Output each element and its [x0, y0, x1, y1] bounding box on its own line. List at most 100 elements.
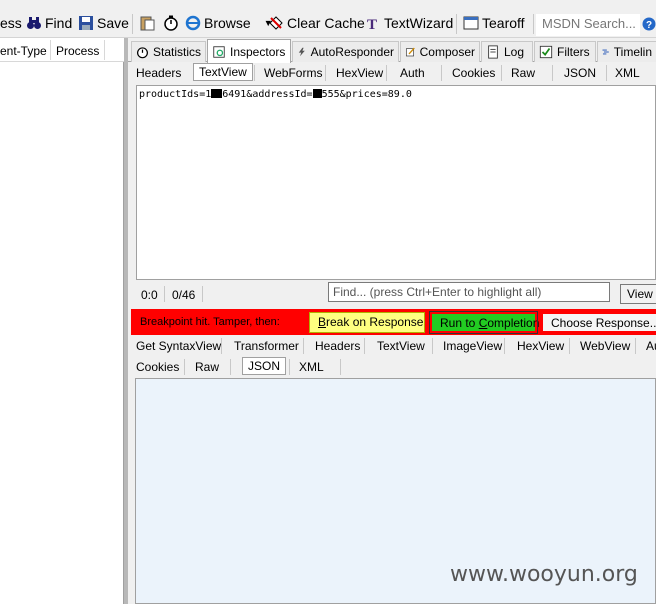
tab-composer[interactable]: Composer [400, 41, 480, 62]
ie-browser-icon [185, 15, 201, 31]
toolbar-process-button[interactable]: ess [0, 12, 22, 34]
request-textview[interactable]: productIds=1 6491&addressId= 555&prices=89… [136, 85, 656, 280]
run-to-completion-label: Run to Completion [440, 316, 540, 330]
column-header-content-type[interactable]: ent-Type [0, 44, 47, 58]
help-icon[interactable]: ? [642, 17, 656, 31]
request-tab-auth[interactable]: Auth [396, 65, 429, 81]
svg-text:?: ? [646, 20, 652, 31]
request-tab-raw[interactable]: Raw [507, 65, 539, 81]
response-tab-xml[interactable]: XML [295, 359, 328, 375]
tab-label: Timelin [613, 45, 652, 59]
redaction-mark [211, 89, 223, 98]
view-in-label: View in [627, 287, 656, 301]
request-body-part: 6491&addressId= [222, 89, 313, 100]
find-input[interactable]: Find... (press Ctrl+Enter to highlight a… [328, 282, 610, 302]
break-on-response-button[interactable]: Break on Response [309, 312, 425, 333]
tab-separator [441, 65, 442, 81]
lightning-icon [298, 47, 305, 57]
status-separator [164, 286, 165, 302]
cursor-position: 0:0 [141, 288, 158, 302]
save-button[interactable]: Save [78, 12, 129, 34]
composer-icon [405, 47, 415, 57]
request-tab-webforms[interactable]: WebForms [260, 65, 326, 81]
tearoff-label: Tearoff [482, 15, 525, 31]
response-tab-syntaxview[interactable]: Get SyntaxView [132, 338, 225, 354]
timer-icon [137, 47, 148, 59]
tab-filters[interactable]: Filters [534, 41, 596, 62]
status-separator [202, 286, 203, 302]
toolbar-label: ess [0, 15, 22, 31]
request-tab-hexview[interactable]: HexView [332, 65, 387, 81]
tab-separator [221, 338, 222, 354]
response-tab-hexview[interactable]: HexView [513, 338, 568, 354]
tab-log[interactable]: Log [481, 41, 533, 62]
response-tab-transformer[interactable]: Transformer [230, 338, 303, 354]
response-tab-webview[interactable]: WebView [576, 338, 634, 354]
svg-text:T: T [367, 17, 377, 31]
timeline-icon [602, 49, 609, 55]
textwizard-label: TextWizard [384, 15, 454, 31]
clear-cache-icon [269, 16, 283, 30]
request-tab-textview[interactable]: TextView [193, 63, 253, 81]
column-separator[interactable] [50, 40, 51, 60]
request-tab-headers[interactable]: Headers [132, 65, 185, 81]
request-body-part: 555&prices=89.0 [321, 89, 412, 100]
tab-label: AutoResponder [310, 45, 394, 59]
request-tab-cookies[interactable]: Cookies [448, 65, 499, 81]
msdn-search-input[interactable]: MSDN Search... [536, 14, 640, 36]
response-tab-headers[interactable]: Headers [311, 338, 364, 354]
tab-inspectors[interactable]: Inspectors [207, 39, 291, 63]
save-label: Save [97, 15, 129, 31]
request-status-row: 0:0 0/46 Find... (press Ctrl+Enter to hi… [136, 281, 656, 309]
session-list-header: ent-Type Process [0, 38, 124, 62]
tab-label: Log [504, 45, 525, 59]
column-separator[interactable] [104, 40, 105, 60]
breakpoint-message: Breakpoint hit. Tamper, then: [140, 316, 280, 328]
msdn-search-placeholder: MSDN Search... [542, 16, 636, 31]
response-tab-cookies[interactable]: Cookies [132, 359, 183, 375]
request-body-part: productIds=1 [139, 89, 212, 100]
request-tab-strip: Headers TextView WebForms HexView Auth C… [128, 62, 656, 84]
tab-separator [501, 65, 502, 81]
response-tab-json[interactable]: JSON [242, 357, 287, 375]
request-tab-json[interactable]: JSON [560, 65, 600, 81]
tab-statistics[interactable]: Statistics [131, 41, 206, 62]
tab-separator [432, 338, 433, 354]
view-in-notepad-button[interactable]: View in [620, 284, 656, 304]
log-icon [488, 45, 498, 59]
request-tab-xml[interactable]: XML [611, 65, 644, 81]
response-tab-imageview[interactable]: ImageView [439, 338, 506, 354]
tab-separator [184, 359, 185, 375]
clipboard-button[interactable] [139, 12, 155, 34]
toolbar-separator [456, 14, 457, 34]
tab-separator [364, 338, 365, 354]
main-tab-strip: Statistics Inspectors AutoResponder Comp… [128, 38, 656, 63]
toolbar: ess Find Save Browse ▼ Clear Cache T Tex… [0, 0, 656, 38]
toolbar-separator [132, 14, 133, 34]
choose-response-dropdown[interactable]: Choose Response... [541, 312, 656, 333]
tab-autoresponder[interactable]: AutoResponder [292, 41, 399, 62]
choose-response-label: Choose Response... [551, 316, 656, 330]
session-list-pane[interactable]: ent-Type Process [0, 38, 124, 604]
selection-count: 0/46 [172, 288, 196, 302]
response-tab-auth[interactable]: Au [642, 338, 656, 354]
tab-timeline[interactable]: Timelin [597, 41, 656, 62]
response-tab-raw[interactable]: Raw [191, 359, 223, 375]
tab-separator [230, 359, 231, 375]
tab-separator [386, 65, 387, 81]
browse-button[interactable]: Browse ▼ [185, 12, 273, 34]
timer-icon [164, 15, 178, 31]
tab-separator [325, 65, 326, 81]
tab-separator [289, 359, 290, 375]
textwizard-button[interactable]: T TextWizard [365, 12, 453, 34]
textwizard-icon: T [367, 17, 377, 31]
request-body-text: productIds=1 6491&addressId= 555&prices=89… [139, 89, 412, 100]
tearoff-button[interactable]: Tearoff [463, 12, 525, 34]
run-to-completion-button[interactable]: Run to Completion [429, 311, 540, 334]
clear-cache-button[interactable]: Clear Cache [268, 12, 365, 34]
column-header-process[interactable]: Process [56, 44, 99, 58]
find-button[interactable]: Find [26, 12, 72, 34]
timer-button[interactable] [163, 12, 179, 34]
response-tab-textview[interactable]: TextView [373, 338, 429, 354]
inspector-pane: Statistics Inspectors AutoResponder Comp… [128, 38, 656, 604]
